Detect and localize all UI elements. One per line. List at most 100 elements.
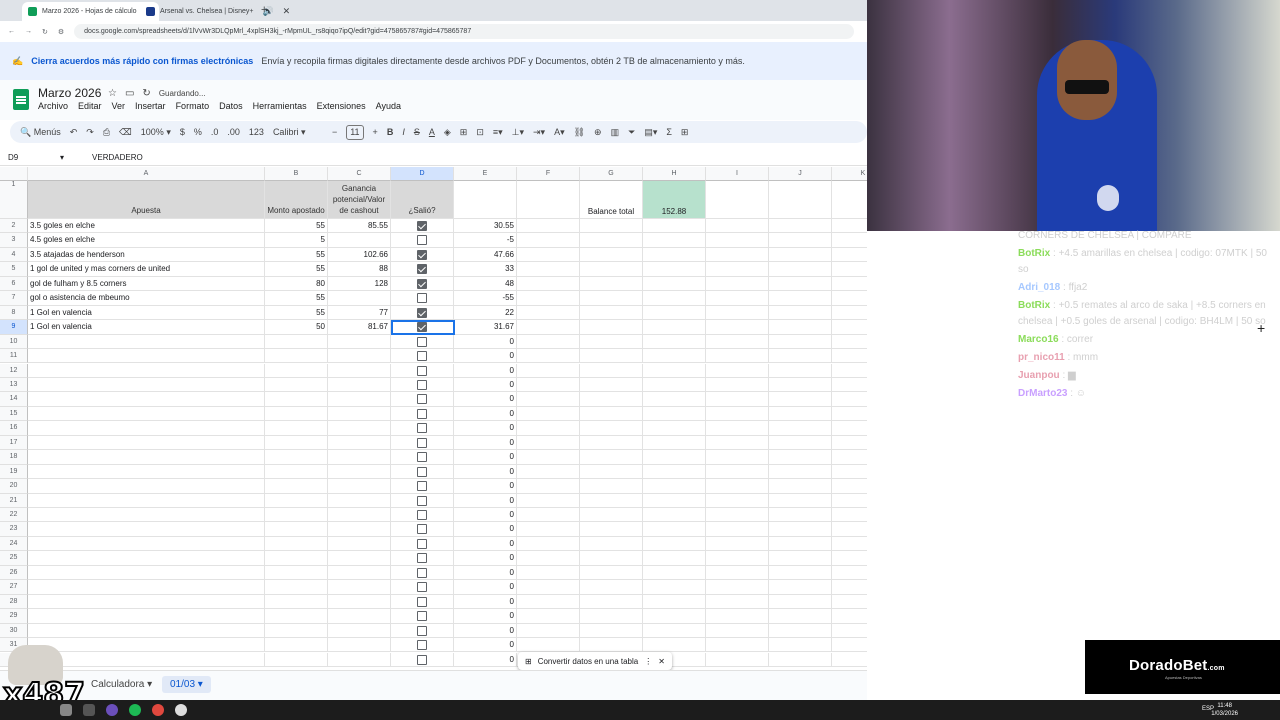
cell-balance[interactable]: 0 — [454, 652, 517, 667]
formula-input[interactable]: VERDADERO — [64, 153, 143, 162]
cell-monto[interactable] — [265, 435, 328, 451]
cell-apuesta[interactable] — [28, 594, 265, 610]
checkbox[interactable] — [417, 379, 427, 390]
cell-k[interactable] — [832, 653, 867, 667]
cell-apuesta[interactable] — [28, 435, 265, 451]
cell-i[interactable] — [706, 363, 769, 378]
cell-apuesta[interactable]: 3.5 atajadas de henderson — [28, 247, 265, 263]
cell-ganancia[interactable] — [328, 406, 391, 422]
row-header-5[interactable]: 5 — [0, 262, 28, 277]
checkbox[interactable] — [417, 582, 427, 593]
cell-k[interactable] — [832, 378, 867, 393]
cell-h[interactable] — [643, 421, 706, 436]
cell-monto[interactable]: 5 — [265, 233, 328, 248]
cell-balance[interactable]: 0 — [454, 609, 517, 624]
cell-i[interactable] — [706, 536, 769, 552]
cell-f[interactable] — [517, 392, 580, 407]
insert-comment-icon[interactable]: ⊕ — [594, 127, 602, 138]
cell-g[interactable] — [580, 638, 643, 653]
menu-formato[interactable]: Formato — [176, 101, 210, 111]
taskbar-app-icon[interactable] — [83, 704, 95, 716]
cell-apuesta[interactable] — [28, 334, 265, 350]
cell-h[interactable] — [643, 551, 706, 566]
cell-balance[interactable]: 0 — [454, 392, 517, 407]
cell-j[interactable] — [769, 276, 832, 292]
cell-k[interactable] — [832, 580, 867, 595]
cell-i[interactable] — [706, 551, 769, 566]
cell-j[interactable] — [769, 377, 832, 393]
cell-j[interactable] — [769, 262, 832, 277]
cell-k[interactable] — [832, 624, 867, 639]
menu-insertar[interactable]: Insertar — [135, 101, 166, 111]
row-header-16[interactable]: 16 — [0, 421, 28, 436]
browser-tab-sheets[interactable]: Marzo 2026 - Hojas de cálculo ✕ — [22, 2, 160, 21]
row-header-15[interactable]: 15 — [0, 406, 28, 422]
font-size-input[interactable]: 11 — [346, 124, 364, 140]
cell-k[interactable] — [832, 595, 867, 610]
row-header-6[interactable]: 6 — [0, 276, 28, 292]
cell-h[interactable] — [643, 219, 706, 234]
header-monto[interactable]: Monto apostado — [265, 181, 328, 219]
cell-k[interactable] — [832, 551, 867, 566]
cell-ganancia[interactable] — [328, 450, 391, 465]
star-icon[interactable]: ☆ — [108, 88, 117, 99]
row-header-18[interactable]: 18 — [0, 450, 28, 465]
cell-j[interactable] — [769, 392, 832, 407]
cell-k[interactable] — [832, 537, 867, 552]
cell-ganancia[interactable] — [328, 334, 391, 350]
sheet-tab-0103[interactable]: 01/03 ▾ — [162, 676, 211, 693]
font-size-increase-icon[interactable]: + — [373, 127, 378, 137]
menu-archivo[interactable]: Archivo — [38, 101, 68, 111]
paint-format-icon[interactable]: ⌫ — [119, 127, 132, 138]
sheet-tab-calculadora[interactable]: Calculadora ▾ — [91, 679, 152, 690]
row-header-7[interactable]: 7 — [0, 291, 28, 306]
cell-i[interactable] — [706, 377, 769, 393]
cell-ganancia[interactable]: 77 — [328, 305, 391, 321]
row-header-24[interactable]: 24 — [0, 536, 28, 552]
cell-apuesta[interactable] — [28, 406, 265, 422]
cell-monto[interactable]: 55 — [265, 262, 328, 277]
cell-apuesta[interactable] — [28, 609, 265, 624]
cell-j[interactable] — [769, 421, 832, 436]
cell-balance[interactable]: 30.55 — [454, 219, 517, 234]
cell-balance[interactable]: 48 — [454, 276, 517, 292]
cell-balance[interactable]: 0 — [454, 493, 517, 508]
column-header-g[interactable]: G — [580, 167, 643, 181]
row-header-25[interactable]: 25 — [0, 551, 28, 566]
cell-ganancia[interactable] — [328, 594, 391, 610]
cell-balance[interactable]: 0 — [454, 421, 517, 436]
cell-ganancia[interactable] — [328, 623, 391, 639]
cell-ganancia[interactable] — [328, 291, 391, 306]
cell-i[interactable] — [706, 406, 769, 422]
insert-chart-icon[interactable]: ▥ — [611, 127, 620, 138]
cell-h[interactable] — [643, 435, 706, 451]
cell-g[interactable] — [580, 392, 643, 407]
cell-k[interactable] — [832, 566, 867, 581]
italic-icon[interactable]: I — [402, 127, 405, 137]
currency-format-button[interactable]: $ — [180, 127, 185, 137]
cell-g[interactable] — [580, 219, 643, 234]
cell-f[interactable] — [517, 594, 580, 610]
checkbox[interactable] — [417, 481, 427, 492]
row-header-12[interactable]: 12 — [0, 363, 28, 378]
cell-j[interactable] — [769, 464, 832, 480]
cell-h[interactable] — [643, 349, 706, 364]
cell-i[interactable] — [706, 464, 769, 480]
row-header-23[interactable]: 23 — [0, 522, 28, 537]
checkbox[interactable] — [417, 408, 427, 419]
cell-h[interactable] — [643, 522, 706, 537]
row-header-9[interactable]: 9 — [0, 320, 28, 335]
checkbox[interactable] — [417, 567, 427, 578]
cell-k[interactable] — [832, 219, 867, 234]
cell-g[interactable] — [580, 536, 643, 552]
cell-j[interactable] — [769, 406, 832, 422]
cell-i[interactable] — [706, 623, 769, 639]
cell-i[interactable] — [706, 262, 769, 277]
cell-apuesta[interactable] — [28, 508, 265, 523]
cell-monto[interactable]: 55 — [265, 219, 328, 234]
cell-ganancia[interactable] — [328, 508, 391, 523]
cell-monto[interactable] — [265, 623, 328, 639]
cell-e1[interactable] — [454, 181, 517, 219]
cell-f[interactable] — [517, 508, 580, 523]
cell-monto[interactable]: 55 — [265, 305, 328, 321]
